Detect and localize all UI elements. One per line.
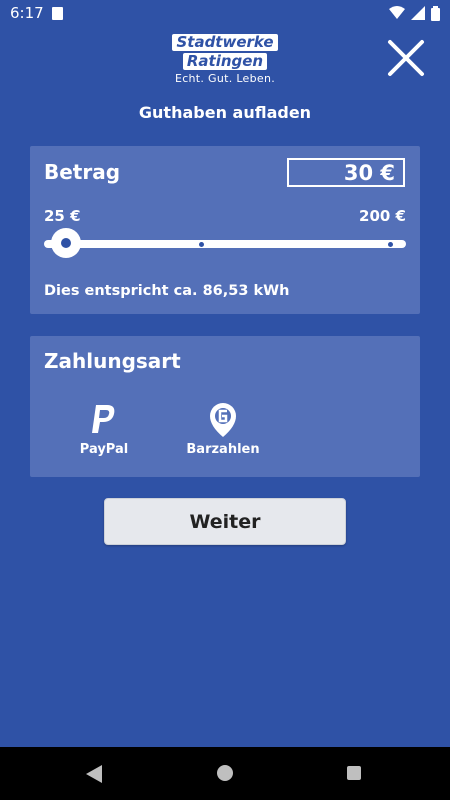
barzahlen-icon (210, 403, 236, 437)
sd-card-icon (51, 6, 63, 20)
amount-slider[interactable] (44, 240, 406, 248)
page-title: Guthaben aufladen (138, 103, 312, 122)
next-button[interactable]: Weiter (104, 498, 346, 545)
paypal-icon (92, 405, 115, 433)
back-icon[interactable] (86, 765, 102, 783)
amount-card: Betrag 30 € 25 € 200 € Dies entspricht c… (30, 146, 420, 314)
battery-icon (431, 5, 440, 21)
slider-thumb[interactable] (51, 228, 81, 258)
paypal-label: PayPal (79, 442, 129, 457)
payment-option-paypal[interactable]: PayPal (64, 402, 144, 457)
energy-equivalent-text: Dies entspricht ca. 86,53 kWh (44, 283, 290, 299)
system-navigation-bar (0, 747, 450, 800)
slider-thumb-center (61, 238, 71, 248)
home-icon[interactable] (217, 765, 233, 781)
amount-title: Betrag (44, 160, 121, 184)
logo-line1: Stadtwerke (172, 34, 278, 51)
wifi-icon (389, 6, 405, 19)
recent-apps-icon[interactable] (347, 766, 361, 780)
close-icon (388, 40, 424, 76)
payment-card: Zahlungsart PayPal Barzahlen (30, 336, 420, 477)
status-bar: 6:17 (0, 0, 450, 26)
slider-tick (388, 242, 393, 247)
slider-tick (199, 242, 204, 247)
stadtwerke-logo: Stadtwerke Ratingen Echt. Gut. Leben. (165, 32, 285, 85)
amount-input[interactable]: 30 € (287, 158, 405, 187)
logo-line2: Ratingen (182, 53, 268, 70)
range-max-label: 200 € (359, 207, 406, 225)
logo-tagline: Echt. Gut. Leben. (174, 72, 276, 85)
payment-option-barzahlen[interactable]: Barzahlen (183, 402, 263, 457)
cell-signal-icon (411, 6, 425, 20)
range-min-label: 25 € (44, 207, 81, 225)
close-button[interactable] (386, 38, 426, 78)
status-time: 6:17 (10, 4, 44, 22)
barzahlen-label: Barzahlen (186, 442, 260, 457)
payment-title: Zahlungsart (44, 349, 181, 373)
